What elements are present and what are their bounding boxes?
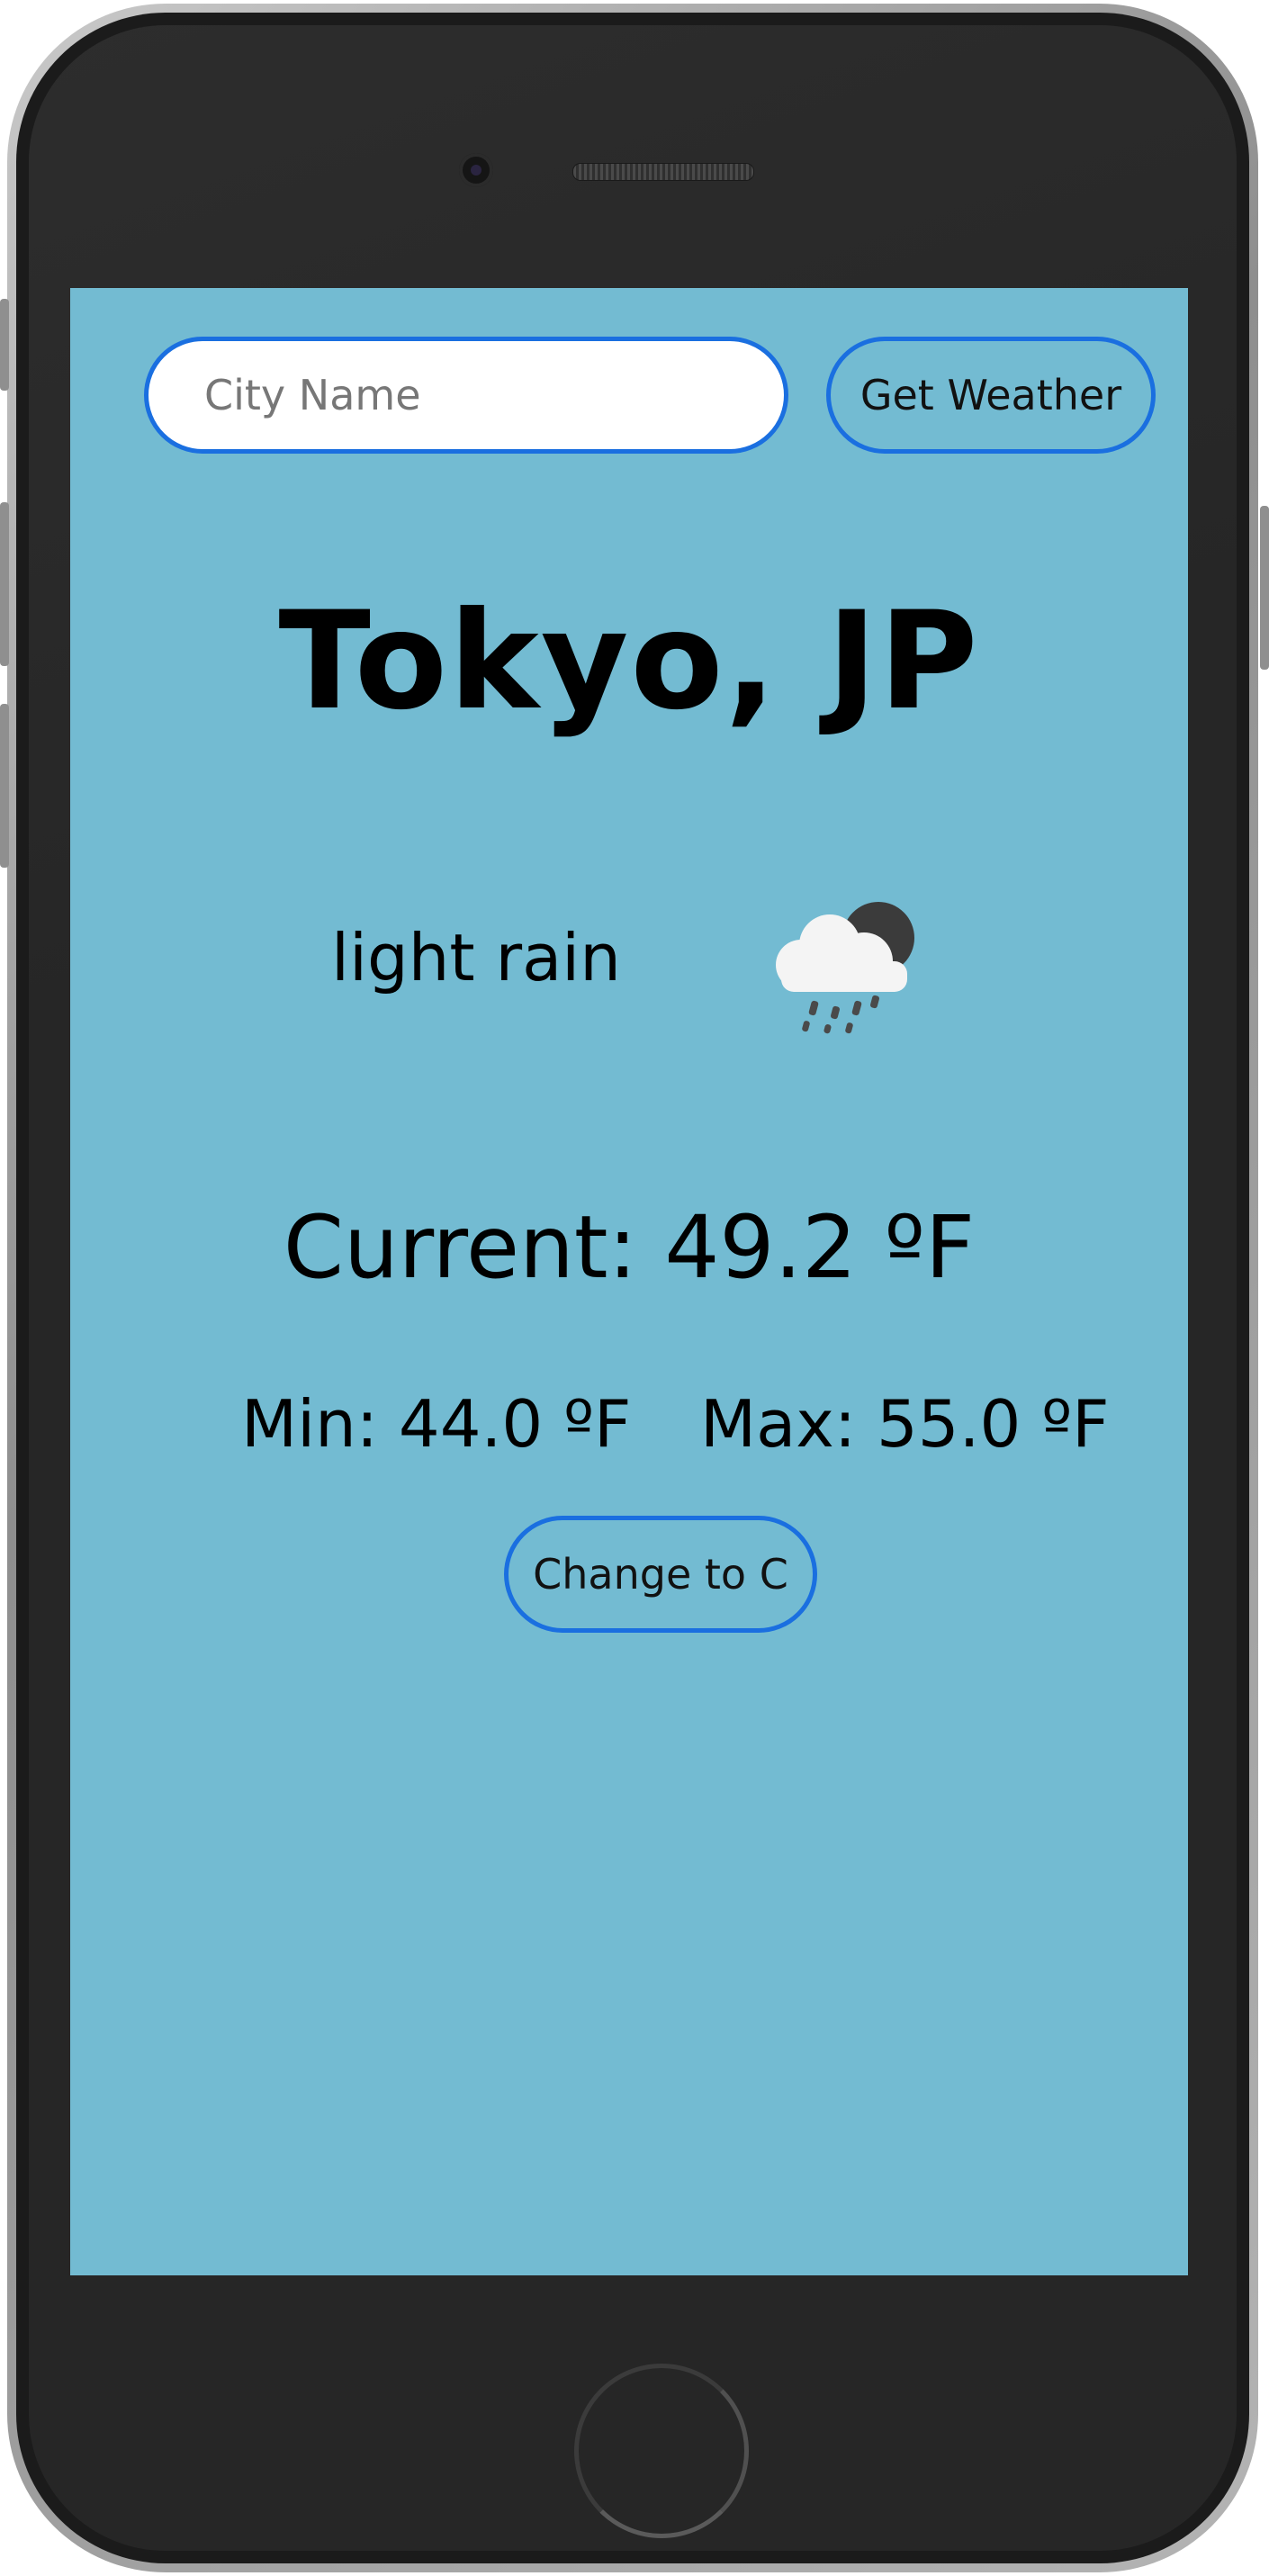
front-camera-icon (459, 153, 493, 187)
min-temperature: Min: 44.0 ºF (241, 1386, 632, 1462)
volume-down-button[interactable] (0, 704, 9, 868)
mute-switch[interactable] (0, 299, 9, 391)
max-temperature: Max: 55.0 ºF (700, 1386, 1110, 1462)
app-screen: Get Weather Tokyo, JP light rain Current… (70, 288, 1188, 2275)
volume-up-button[interactable] (0, 502, 9, 666)
get-weather-button[interactable]: Get Weather (826, 337, 1156, 454)
earpiece-speaker (572, 163, 754, 181)
weather-description: light rain (331, 920, 621, 995)
city-title: Tokyo, JP (278, 583, 980, 740)
change-unit-button[interactable]: Change to C (504, 1516, 817, 1633)
night-rain-cloud-icon (776, 902, 914, 1034)
power-button[interactable] (1260, 506, 1269, 670)
current-temperature: Current: 49.2 ºF (283, 1197, 976, 1298)
city-search-input[interactable] (144, 337, 788, 454)
home-button[interactable] (574, 2364, 749, 2538)
